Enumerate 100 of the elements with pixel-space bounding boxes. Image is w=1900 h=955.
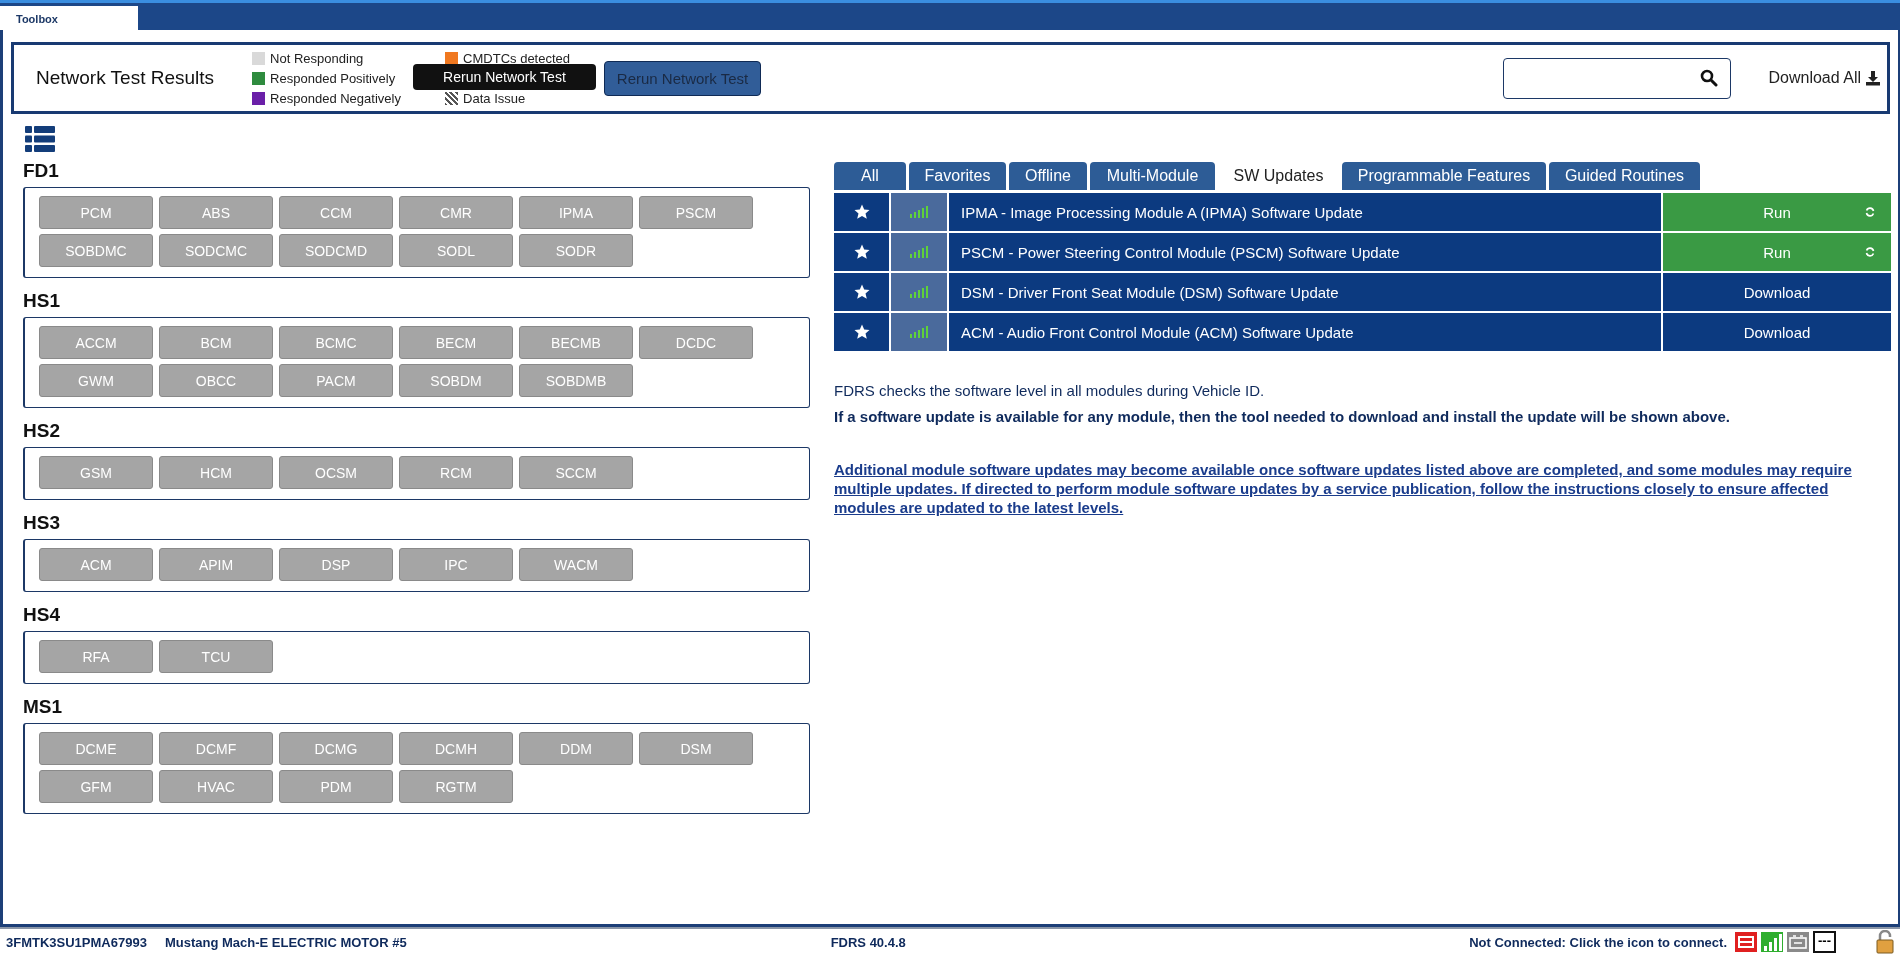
tooltip: Rerun Network Test [413, 64, 596, 90]
module-button[interactable]: ACM [39, 548, 153, 581]
module-button[interactable]: DCDC [639, 326, 753, 359]
bus-label: FD1 [23, 160, 60, 182]
update-title-cell: ACM - Audio Front Control Module (ACM) Software Update [949, 313, 1661, 351]
module-button[interactable]: DSM [639, 732, 753, 765]
signal-icon [910, 246, 928, 258]
battery-icon [1787, 932, 1809, 952]
bus-label: HS4 [23, 604, 61, 626]
module-button[interactable]: RCM [399, 456, 513, 489]
module-button[interactable]: BECMB [519, 326, 633, 359]
module-button[interactable]: SOBDMB [519, 364, 633, 397]
search-icon [1699, 69, 1718, 87]
tab[interactable]: Programmable Features [1342, 162, 1546, 190]
star-icon[interactable] [853, 204, 870, 220]
tab[interactable]: Offline [1009, 162, 1087, 190]
module-button[interactable]: IPC [399, 548, 513, 581]
module-button[interactable]: HVAC [159, 770, 273, 803]
star-icon[interactable] [853, 244, 870, 260]
module-button[interactable]: TCU [159, 640, 273, 673]
module-button[interactable]: DSP [279, 548, 393, 581]
update-title-cell: PSCM - Power Steering Control Module (PSCM) Software Update [949, 233, 1661, 271]
list-view-icon[interactable] [25, 126, 55, 152]
tab[interactable]: Guided Routines [1549, 162, 1700, 190]
module-button[interactable]: IPMA [519, 196, 633, 229]
refresh-icon [1865, 247, 1875, 257]
header-title: Network Test Results [36, 67, 215, 89]
module-button[interactable]: BCM [159, 326, 273, 359]
module-button[interactable]: CMR [399, 196, 513, 229]
bus-label: MS1 [23, 696, 64, 718]
tab[interactable]: Multi-Module [1090, 162, 1215, 190]
module-button[interactable]: RGTM [399, 770, 513, 803]
module-button[interactable]: ABS [159, 196, 273, 229]
tab[interactable]: Favorites [909, 162, 1006, 190]
module-button[interactable]: OBCC [159, 364, 273, 397]
module-button[interactable]: DCMG [279, 732, 393, 765]
connector-icon[interactable] [1735, 932, 1757, 952]
module-button[interactable]: PACM [279, 364, 393, 397]
module-button[interactable]: BCMC [279, 326, 393, 359]
legend-label: CMDTCs detected [463, 50, 571, 66]
info-text: FDRS checks the software level in all modules during Vehicle ID. [834, 381, 1266, 400]
search-field[interactable] [1502, 57, 1731, 99]
action-button[interactable]: Download [1663, 273, 1891, 311]
legend-label: Data Issue [463, 90, 526, 106]
module-button[interactable]: SCCM [519, 456, 633, 489]
favorite-cell[interactable] [834, 273, 889, 311]
module-button[interactable]: SOBDMC [39, 234, 153, 267]
star-icon[interactable] [853, 284, 870, 300]
module-button[interactable]: DCME [39, 732, 153, 765]
toolbox-tab[interactable]: Toolbox [0, 6, 138, 30]
module-button[interactable]: GFM [39, 770, 153, 803]
indicator-box: --- [1813, 931, 1836, 953]
module-button[interactable]: DCMF [159, 732, 273, 765]
favorite-cell[interactable] [834, 233, 889, 271]
update-title-cell: IPMA - Image Processing Module A (IPMA) Software Update [949, 193, 1661, 231]
module-button[interactable]: DDM [519, 732, 633, 765]
module-button[interactable]: PDM [279, 770, 393, 803]
download-all-button[interactable]: Download All [1768, 69, 1881, 87]
update-title-cell: DSM - Driver Front Seat Module (DSM) Software Update [949, 273, 1661, 311]
module-button[interactable]: WACM [519, 548, 633, 581]
legend-label: Responded Negatively [270, 90, 401, 106]
legend-label: Not Responding [270, 50, 364, 66]
signal-icon [910, 326, 928, 338]
rerun-button[interactable]: Rerun Network Test [603, 60, 762, 96]
module-button[interactable]: SOBDM [399, 364, 513, 397]
module-button[interactable]: BECM [399, 326, 513, 359]
module-button[interactable]: HCM [159, 456, 273, 489]
download-icon [1865, 70, 1881, 86]
action-button[interactable]: Download [1663, 313, 1891, 351]
module-button[interactable]: GSM [39, 456, 153, 489]
info-link[interactable]: Additional module software updates may become available once software updates listed above are completed, and some modules may require multiple updates. If directed to perform module software updates by a service publication, follow the instructions closely to ensure affected modules are updated to the latest levels. [834, 460, 1891, 517]
module-button[interactable]: SODCMD [279, 234, 393, 267]
module-button[interactable]: SODCMC [159, 234, 273, 267]
connection-status[interactable]: Not Connected: Click the icon to connect. [1469, 934, 1727, 950]
padlock-icon[interactable] [1876, 930, 1894, 954]
action-button[interactable]: Run [1663, 233, 1891, 271]
refresh-icon [1865, 207, 1875, 217]
signal-icon [1761, 932, 1783, 952]
bus-label: HS1 [23, 290, 61, 312]
vin-text: 3FMTK3SU1PMA67993 [6, 934, 147, 950]
module-button[interactable]: OCSM [279, 456, 393, 489]
module-button[interactable]: PCM [39, 196, 153, 229]
info-text: If a software update is available for any module, then the tool needed to download and install the update will be shown above. [834, 407, 1731, 426]
module-button[interactable]: SODL [399, 234, 513, 267]
bus-label: HS3 [23, 512, 61, 534]
module-button[interactable]: DCMH [399, 732, 513, 765]
module-button[interactable]: GWM [39, 364, 153, 397]
action-button[interactable]: Run [1663, 193, 1891, 231]
favorite-cell[interactable] [834, 193, 889, 231]
module-button[interactable]: CCM [279, 196, 393, 229]
tab[interactable]: All [834, 162, 906, 190]
legend-label: Responded Positively [270, 70, 396, 86]
signal-icon [910, 206, 928, 218]
module-button[interactable]: PSCM [639, 196, 753, 229]
favorite-cell[interactable] [834, 313, 889, 351]
module-button[interactable]: RFA [39, 640, 153, 673]
module-button[interactable]: SODR [519, 234, 633, 267]
star-icon[interactable] [853, 324, 870, 340]
module-button[interactable]: APIM [159, 548, 273, 581]
module-button[interactable]: ACCM [39, 326, 153, 359]
